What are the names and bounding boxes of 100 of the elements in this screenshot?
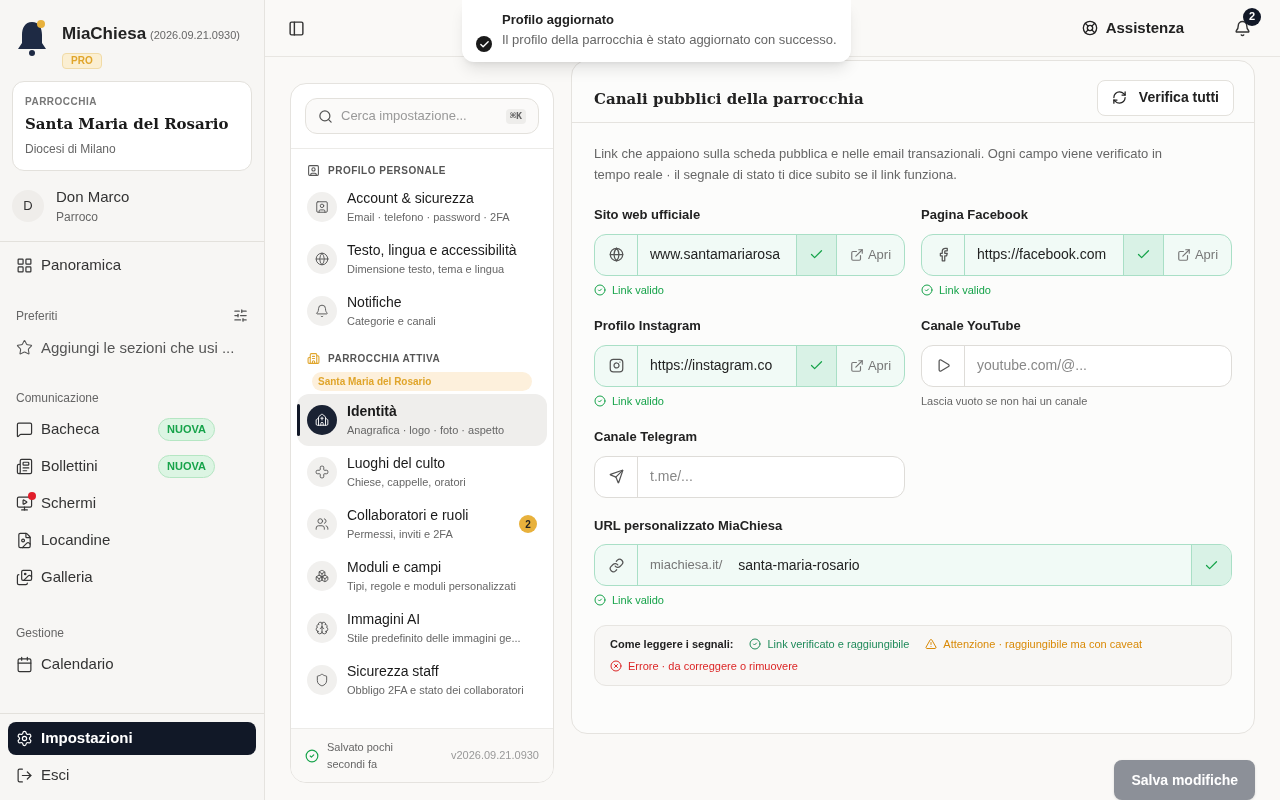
- field-label: Canale YouTube: [921, 317, 1022, 335]
- url-input[interactable]: https://instagram.co: [638, 345, 796, 386]
- url-input[interactable]: www.santamariarosa: [638, 234, 796, 275]
- link-field[interactable]: https://instagram.co Apri: [594, 344, 905, 387]
- open-link-button[interactable]: Apri: [836, 345, 904, 386]
- item-title: Luoghi del culto: [347, 454, 447, 474]
- field-label: Canale Telegram: [594, 428, 699, 446]
- check-icon: [478, 38, 490, 50]
- settings-nav-item[interactable]: Immagini AI Stile predefinito delle immagini ge...: [297, 602, 547, 654]
- url-input[interactable]: santa-maria-rosario: [734, 545, 1191, 585]
- search-field[interactable]: Cerca impostazione... ⌘K: [305, 98, 539, 134]
- url-input[interactable]: t.me/...: [638, 456, 904, 497]
- item-title: Testo, lingua e accessibilità: [347, 241, 518, 261]
- settings-nav-item[interactable]: Notifiche Categorie e canali: [297, 285, 547, 337]
- link-field[interactable]: miachiesa.it/ santa-maria-rosario: [594, 544, 1232, 586]
- link-field[interactable]: www.santamariarosa Apri: [594, 233, 905, 276]
- globe-icon: [315, 252, 329, 266]
- open-link-button[interactable]: Apri: [1163, 234, 1231, 275]
- pro-badge: PRO: [62, 52, 102, 69]
- parish-tag: Santa Maria del Rosario: [312, 372, 532, 391]
- settings-nav-item[interactable]: Moduli e campi Tipi, regole e moduli personalizzati: [297, 550, 547, 602]
- image-file-icon: [16, 532, 33, 549]
- parish-card[interactable]: PARROCCHIA Santa Maria del Rosario Diocesi di Milano: [12, 81, 252, 171]
- warning-icon: [925, 637, 938, 650]
- field-status: Link valido: [612, 393, 664, 409]
- settings-nav-item[interactable]: Testo, lingua e accessibilità Dimensione testo, tema e lingua: [297, 233, 547, 285]
- item-subtitle: Categorie e canali: [347, 314, 437, 330]
- item-subtitle: Tipi, regole e moduli personalizzati: [347, 579, 517, 595]
- sidebar-item[interactable]: Schermi: [8, 487, 256, 520]
- help-button[interactable]: Assistenza: [1081, 16, 1184, 40]
- search-input[interactable]: Cerca impostazione...: [341, 106, 498, 126]
- url-input[interactable]: youtube.com/@...: [965, 345, 1231, 386]
- verify-all-button[interactable]: Verifica tutti: [1096, 79, 1234, 116]
- url-prefix: miachiesa.it/: [649, 556, 724, 575]
- building-icon: [307, 352, 320, 365]
- sidebar-item[interactable]: Esci: [8, 759, 256, 792]
- customize-icon[interactable]: [233, 308, 248, 323]
- settings-nav-item[interactable]: Identità Anagrafica · logo · foto · aspetto: [297, 394, 547, 446]
- error-icon: [610, 660, 622, 673]
- sidebar-item[interactable]: Panoramica: [8, 248, 256, 282]
- send-icon: [608, 469, 624, 484]
- item-title: Collaboratori e ruoli: [347, 506, 470, 526]
- field-hint: Lascia vuoto se non hai un canale: [921, 393, 1089, 409]
- save-status: Salvato pochi secondi fa: [327, 739, 395, 772]
- legend-item: Link verificato e raggiungibile: [767, 636, 910, 652]
- search-icon: [318, 108, 333, 124]
- field-label: Pagina Facebook: [921, 206, 1029, 224]
- sidebar-item[interactable]: Impostazioni: [8, 722, 256, 755]
- field-label: URL personalizzato MiaChiesa: [594, 516, 784, 535]
- item-subtitle: Obbligo 2FA e stato dei collaboratori: [347, 683, 525, 699]
- globe-icon: [608, 247, 624, 262]
- user-card-icon: [307, 164, 320, 177]
- open-link-button[interactable]: Apri: [836, 234, 904, 275]
- sidebar-item[interactable]: Bollettini NUOVA: [8, 450, 256, 483]
- sidebar-item[interactable]: Bacheca NUOVA: [8, 413, 256, 446]
- images-icon: [16, 569, 33, 586]
- user-name: Don Marco: [56, 186, 130, 207]
- play-icon: [935, 358, 951, 373]
- settings-nav-item[interactable]: Sicurezza staff Obbligo 2FA e stato dei collaboratori: [297, 654, 547, 706]
- item-subtitle: Stile predefinito delle immagini ge...: [347, 631, 522, 647]
- sidebar-item[interactable]: Calendario: [8, 648, 256, 681]
- lifebuoy-icon: [1081, 20, 1098, 36]
- field-label: Profilo Instagram: [594, 317, 702, 335]
- check-circle-icon: [749, 637, 762, 650]
- monitor-icon: [16, 495, 33, 512]
- bell-icon[interactable]: [1234, 19, 1251, 37]
- check-circle-icon: [594, 394, 606, 407]
- logout-icon: [16, 767, 33, 784]
- users-icon: [315, 517, 329, 531]
- cross-icon: [315, 465, 329, 479]
- check-circle-icon: [594, 594, 606, 607]
- grid-icon: [16, 256, 33, 274]
- check-circle-icon: [305, 748, 319, 763]
- item-title: Immagini AI: [347, 610, 422, 630]
- legend-item: Attenzione · raggiungibile ma con caveat: [943, 636, 1143, 652]
- settings-nav-item[interactable]: Luoghi del culto Chiese, cappelle, oratori: [297, 446, 547, 498]
- link-field[interactable]: youtube.com/@...: [921, 344, 1232, 387]
- shield-icon: [315, 673, 329, 687]
- parish-label: PARROCCHIA: [25, 95, 99, 109]
- item-title: Identità: [347, 402, 398, 422]
- item-subtitle: Dimensione testo, tema e lingua: [347, 262, 506, 278]
- card-title: Canali pubblici della parrocchia: [594, 89, 864, 111]
- sidebar-toggle-icon[interactable]: [288, 19, 305, 37]
- settings-nav-item[interactable]: Account & sicurezza Email · telefono · password · 2FA: [297, 181, 547, 233]
- legend-title: Come leggere i segnali:: [610, 636, 734, 652]
- new-badge: NUOVA: [158, 418, 215, 441]
- diocese-name: Diocesi di Milano: [25, 140, 117, 158]
- item-subtitle: Permessi, inviti e 2FA: [347, 527, 454, 543]
- church-icon: [315, 413, 329, 427]
- settings-nav-item[interactable]: Collaboratori e ruoli Permessi, inviti e 2FA 2: [297, 498, 547, 550]
- link-field[interactable]: https://facebook.com Apri: [921, 233, 1232, 276]
- check-circle-icon: [921, 283, 933, 296]
- user-role: Parroco: [56, 209, 100, 227]
- parish-name: Santa Maria del Rosario: [25, 114, 230, 135]
- sidebar-item[interactable]: Locandine: [8, 524, 256, 557]
- item-title: Account & sicurezza: [347, 189, 475, 209]
- sidebar-item[interactable]: Galleria: [8, 561, 256, 594]
- toast-title: Profilo aggiornato: [502, 11, 615, 29]
- url-input[interactable]: https://facebook.com: [965, 234, 1123, 275]
- link-field[interactable]: t.me/...: [594, 455, 905, 498]
